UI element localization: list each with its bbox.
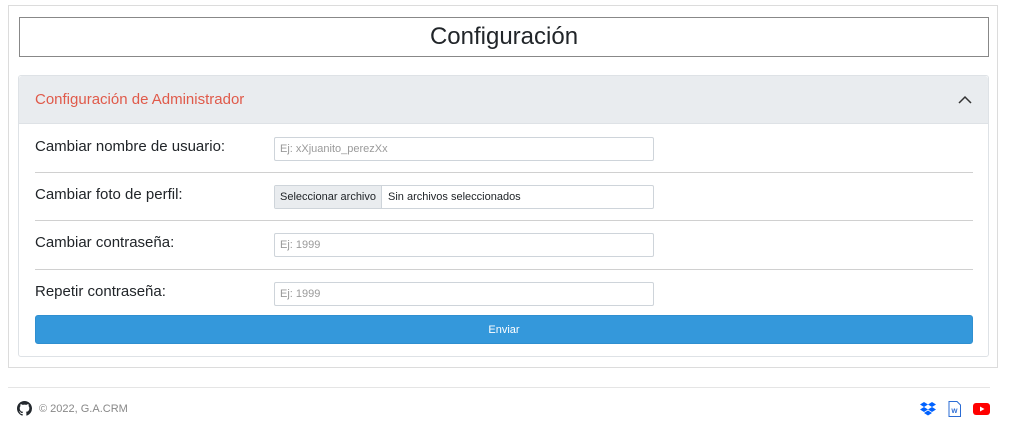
username-row: Cambiar nombre de usuario: — [35, 125, 973, 173]
main-container: Configuración Configuración de Administr… — [8, 5, 998, 368]
password-row: Cambiar contraseña: — [35, 221, 973, 270]
dropbox-icon[interactable] — [919, 400, 936, 417]
panel-title: Configuración de Administrador — [35, 91, 245, 108]
repeat-password-label: Repetir contraseña: — [35, 283, 166, 300]
footer-divider — [8, 387, 990, 388]
word-document-icon[interactable]: W — [946, 400, 963, 417]
submit-button[interactable]: Enviar — [35, 315, 973, 344]
panel-header[interactable]: Configuración de Administrador — [19, 76, 988, 124]
page-title: Configuración — [19, 17, 989, 57]
footer-links: W — [919, 400, 990, 417]
youtube-icon[interactable] — [973, 400, 990, 417]
password-input[interactable] — [274, 233, 654, 257]
copyright-text: © 2022, G.A.CRM — [39, 402, 128, 415]
file-status-text: Sin archivos seleccionados — [388, 191, 521, 203]
footer-copyright: © 2022, G.A.CRM — [16, 400, 128, 417]
username-label: Cambiar nombre de usuario: — [35, 138, 226, 155]
admin-settings-panel: Configuración de Administrador Cambiar n… — [18, 75, 989, 357]
password-label: Cambiar contraseña: — [35, 234, 175, 251]
chevron-up-icon[interactable] — [958, 93, 972, 107]
choose-file-button[interactable]: Seleccionar archivo — [275, 186, 382, 208]
repeat-password-input[interactable] — [274, 282, 654, 306]
photo-label: Cambiar foto de perfil: — [35, 186, 183, 203]
photo-row: Cambiar foto de perfil: Seleccionar arch… — [35, 173, 973, 221]
github-icon[interactable] — [16, 400, 33, 417]
username-input[interactable] — [274, 137, 654, 161]
repeat-password-row: Repetir contraseña: — [35, 270, 973, 312]
svg-text:W: W — [951, 408, 958, 415]
file-input[interactable]: Seleccionar archivo Sin archivos selecci… — [274, 185, 654, 209]
